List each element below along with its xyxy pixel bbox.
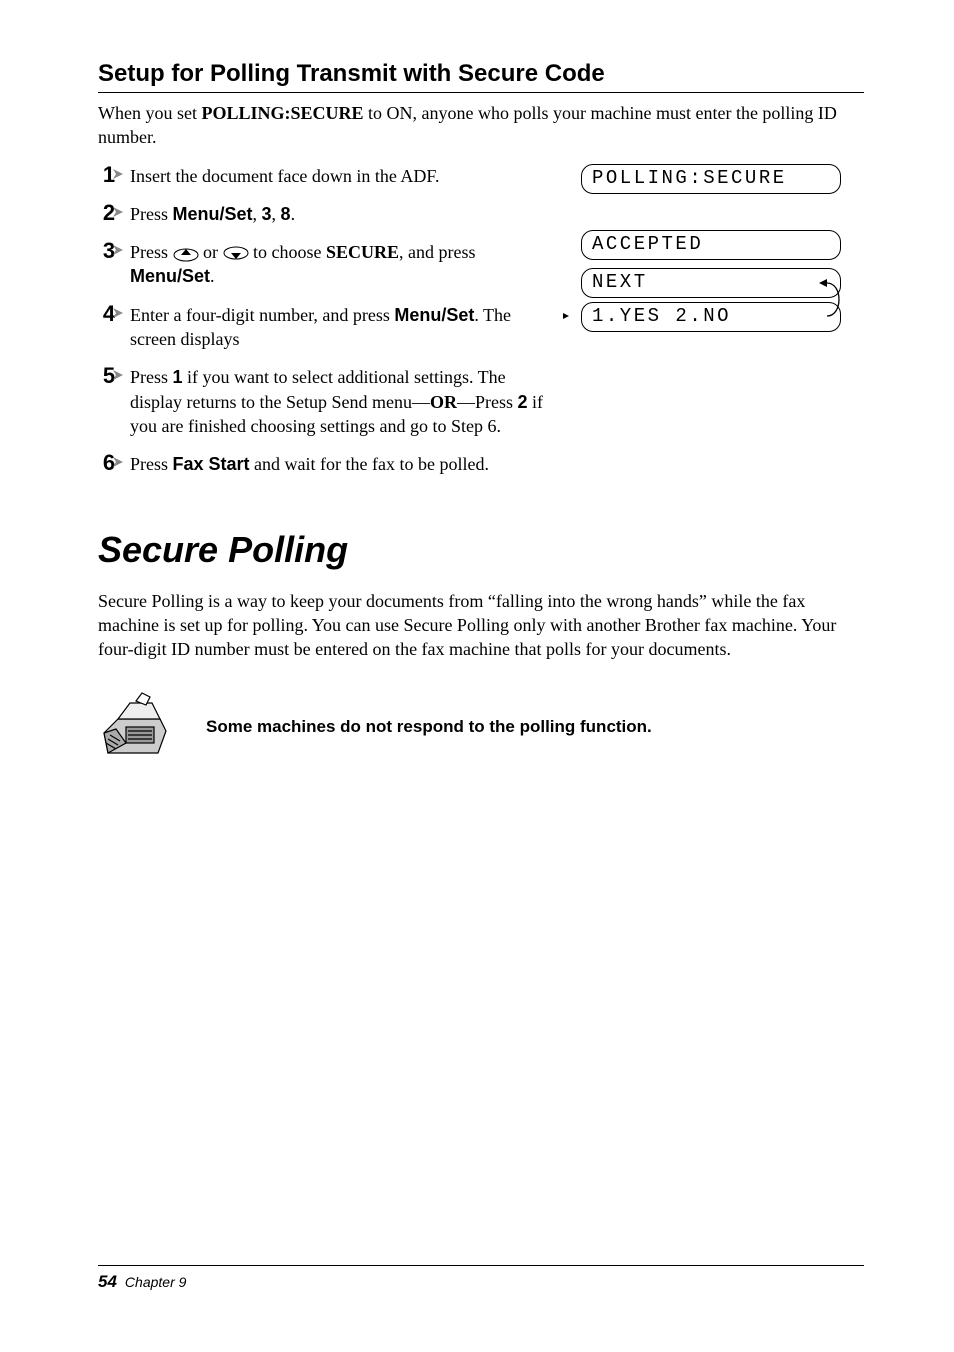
step-6-pre: Press [130,454,173,474]
spacer [569,202,864,230]
section-heading: Setup for Polling Transmit with Secure C… [98,60,864,88]
step-1: 1 Insert the document face down in the A… [98,164,549,188]
body-paragraph: Secure Polling is a way to keep your doc… [98,589,864,662]
step-2-key-2: 3 [262,204,272,224]
step-3-post: . [210,266,215,286]
step-3-mid2: to choose [249,242,326,262]
step-number: 1 [98,160,120,190]
intro-paragraph: When you set POLLING:SECURE to ON, anyon… [98,101,864,150]
step-number: 4 [98,299,120,329]
step-3: 3 Press or to choose SECURE, and press M… [98,240,549,289]
step-6-bold: Fax Start [173,454,250,474]
step-2-c1: , [253,204,262,224]
fax-machine-icon [98,691,170,763]
step-number: 2 [98,198,120,228]
step-6-post: and wait for the fax to be polled. [250,454,489,474]
lcd-display-3: NEXT [581,268,841,298]
step-3-mid3: , and press [399,242,475,262]
step-2-key-1: Menu/Set [173,204,253,224]
step-5-mid2: —Press [457,392,518,412]
step-4-bold: Menu/Set [394,305,474,325]
step-5-bold1: 1 [173,367,183,387]
footer: 54 Chapter 9 [98,1265,864,1292]
section-rule [98,92,864,93]
step-number: 3 [98,236,120,266]
steps-list: 1 Insert the document face down in the A… [98,164,549,477]
step-2-post: . [291,204,296,224]
footer-text: 54 Chapter 9 [98,1272,864,1292]
step-4: 4 Enter a four-digit number, and press M… [98,303,549,352]
step-5: 5 Press 1 if you want to select addition… [98,365,549,438]
step-3-bold1: SECURE [326,242,399,262]
down-arrow-icon [223,246,249,262]
up-arrow-icon [173,246,199,262]
step-3-bold2: Menu/Set [130,266,210,286]
step-5-bold2: 2 [517,392,527,412]
step-3-pre: Press [130,242,173,262]
step-5-pre: Press [130,367,173,387]
two-column-layout: 1 Insert the document face down in the A… [98,164,864,491]
intro-pre: When you set [98,103,201,123]
step-2-pre: Press [130,204,173,224]
footer-rule [98,1265,864,1266]
step-number: 5 [98,361,120,391]
intro-bold: POLLING:SECURE [201,103,363,123]
chapter-label: Chapter 9 [125,1274,186,1290]
note-row: Some machines do not respond to the poll… [98,691,864,763]
step-2: 2 Press Menu/Set, 3, 8. [98,202,549,226]
page: Setup for Polling Transmit with Secure C… [0,0,954,1352]
lcd-display-4: 1.YES 2.NO [581,302,841,332]
lcd-column: POLLING:SECURE ACCEPTED NEXT 1.YES 2.NO [569,164,864,336]
note-text: Some machines do not respond to the poll… [206,717,652,737]
step-number: 6 [98,448,120,478]
step-2-c2: , [272,204,281,224]
step-3-mid: or [199,242,223,262]
page-number: 54 [98,1272,117,1291]
lcd-display-2: ACCEPTED [581,230,841,260]
main-heading: Secure Polling [98,529,864,571]
lcd-display-1: POLLING:SECURE [581,164,841,194]
step-4-pre: Enter a four-digit number, and press [130,305,394,325]
lcd-cycle-group: NEXT 1.YES 2.NO [581,268,864,332]
step-1-text: Insert the document face down in the ADF… [130,166,439,186]
step-6: 6 Press Fax Start and wait for the fax t… [98,452,549,476]
step-2-key-3: 8 [281,204,291,224]
steps-column: 1 Insert the document face down in the A… [98,164,549,491]
step-5-boldor: OR [430,392,457,412]
